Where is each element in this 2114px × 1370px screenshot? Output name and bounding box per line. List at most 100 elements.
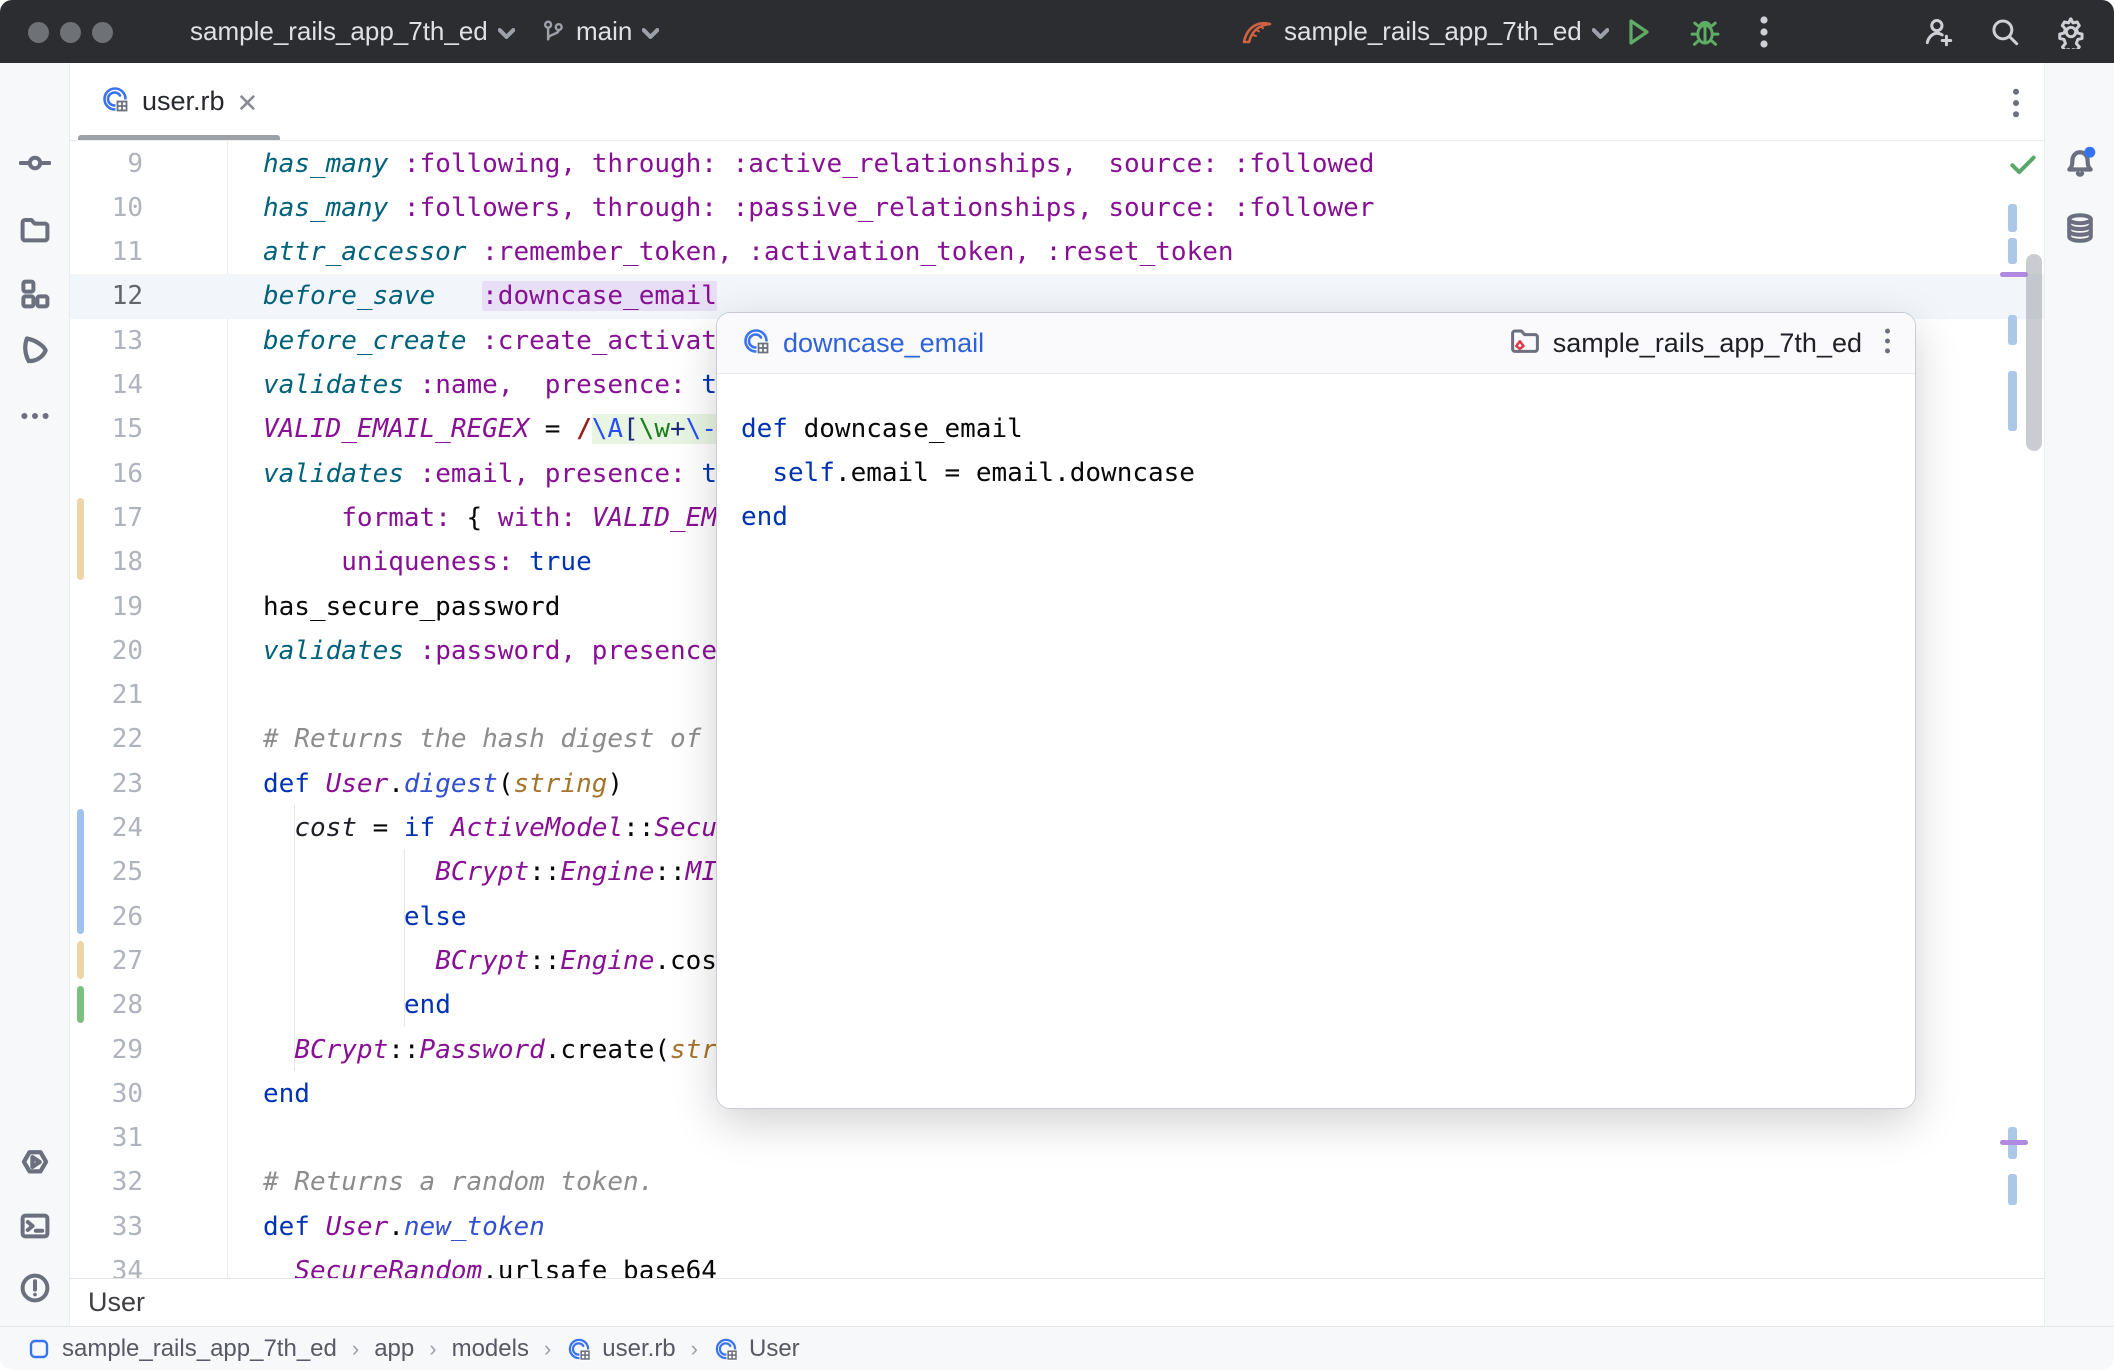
- more-tool-windows-button[interactable]: [18, 399, 52, 433]
- breadcrumb-item-models[interactable]: models: [452, 1335, 529, 1363]
- line-number: 9: [70, 149, 143, 179]
- line-number: 22: [70, 724, 143, 754]
- code-line-33[interactable]: 33def User.new_token: [70, 1204, 2044, 1249]
- project-widget[interactable]: sample_rails_app_7th_ed: [190, 0, 515, 63]
- stripe-mark-blue[interactable]: [2008, 204, 2017, 232]
- left-toolbar: [0, 63, 70, 1326]
- settings-button[interactable]: [2054, 0, 2088, 63]
- stripe-mark-blue[interactable]: [2008, 315, 2017, 345]
- editor-scrollbar-thumb[interactable]: [2026, 254, 2042, 451]
- stripe-mark-blue[interactable]: [2008, 1174, 2017, 1205]
- code-token: through:: [592, 193, 717, 223]
- close-tab-icon[interactable]: ✕: [237, 90, 259, 116]
- active-tab-underline: [78, 135, 280, 140]
- code-token: ActiveModel: [451, 813, 623, 843]
- gutter-change-marker[interactable]: [77, 498, 84, 580]
- close-window-button[interactable]: [28, 22, 49, 43]
- ruby-class-icon: [741, 326, 771, 361]
- commit-tool-button[interactable]: [18, 146, 52, 180]
- code-token: :name,: [420, 370, 514, 400]
- code-token: [404, 636, 420, 666]
- debug-button[interactable]: [1688, 0, 1722, 63]
- stripe-mark-purple[interactable]: [2000, 1140, 2028, 1145]
- breadcrumb-label: models: [452, 1335, 529, 1363]
- code-line-11[interactable]: 11attr_accessor :remember_token, :activa…: [70, 230, 2044, 275]
- code-token: :passive_relationships,: [733, 193, 1093, 223]
- code-token: [513, 370, 544, 400]
- code-with-me-button[interactable]: [1922, 0, 1956, 63]
- project-title: sample_rails_app_7th_ed: [190, 16, 488, 47]
- notifications-bell-button[interactable]: [2063, 145, 2097, 179]
- project-tool-button[interactable]: [18, 213, 52, 247]
- run-configuration-widget[interactable]: sample_rails_app_7th_ed: [1240, 0, 1609, 63]
- code-token: uniqueness:: [341, 547, 513, 577]
- line-number: 31: [70, 1123, 143, 1153]
- zoom-window-button[interactable]: [92, 22, 113, 43]
- code-token: if: [404, 813, 435, 843]
- code-token: # Returns a random token.: [263, 1167, 654, 1197]
- code-token: ::: [654, 857, 685, 887]
- code-token: [717, 149, 733, 179]
- stripe-mark-purple[interactable]: [2000, 272, 2028, 277]
- code-token: new_token: [404, 1212, 545, 1242]
- code-token: [263, 503, 341, 533]
- gutter-change-marker[interactable]: [77, 809, 84, 935]
- code-token: .create(: [545, 1035, 670, 1065]
- breadcrumb-item-user.rb[interactable]: user.rb: [566, 1335, 675, 1363]
- services-tool-button[interactable]: [18, 1145, 52, 1179]
- pull-requests-tool-button[interactable]: [18, 333, 52, 367]
- code-token: with:: [498, 503, 576, 533]
- code-token: [388, 149, 404, 179]
- stripe-mark-blue[interactable]: [2008, 238, 2017, 264]
- popup-code[interactable]: def downcase_email self.email = email.do…: [717, 375, 1915, 1108]
- popup-code-line: def downcase_email: [741, 407, 1891, 451]
- minimize-window-button[interactable]: [60, 22, 81, 43]
- stripe-mark-blue[interactable]: [2008, 371, 2017, 431]
- vcs-branch-widget[interactable]: main: [540, 0, 659, 63]
- code-line-9[interactable]: 9has_many :following, through: :active_r…: [70, 141, 2044, 186]
- code-line-31[interactable]: 31: [70, 1116, 2044, 1161]
- code-token: format:: [341, 503, 451, 533]
- tab-user-rb[interactable]: user.rb ✕: [78, 63, 280, 140]
- code-token: true: [529, 547, 592, 577]
- popup-more-options-button[interactable]: [1884, 327, 1891, 360]
- chevron-down-icon: [642, 28, 659, 39]
- code-token: Password: [420, 1035, 545, 1065]
- line-number: 29: [70, 1035, 143, 1065]
- code-line-10[interactable]: 10has_many :followers, through: :passive…: [70, 185, 2044, 230]
- code-token: [388, 193, 404, 223]
- gutter-change-marker[interactable]: [77, 941, 84, 978]
- line-number: 20: [70, 636, 143, 666]
- code-line-34[interactable]: 34 SecureRandom.urlsafe_base64: [70, 1249, 2044, 1279]
- code-token: [263, 990, 404, 1020]
- run-button[interactable]: [1622, 0, 1654, 63]
- popup-symbol-link[interactable]: downcase_email: [783, 328, 984, 359]
- project-folder-icon: [1509, 325, 1541, 362]
- code-token: (: [498, 769, 514, 799]
- editor-tab-bar: user.rb ✕: [70, 63, 2044, 141]
- code-token: [263, 1035, 294, 1065]
- ruby-icon: [566, 1336, 592, 1362]
- inspections-ok-check-icon[interactable]: [2006, 147, 2040, 185]
- sticky-context-row[interactable]: User: [70, 1278, 2044, 1326]
- code-token: validates: [263, 370, 404, 400]
- code-token: [310, 1212, 326, 1242]
- breadcrumb-item-User[interactable]: User: [713, 1335, 800, 1363]
- search-everywhere-button[interactable]: [1988, 0, 2022, 63]
- gutter-change-marker[interactable]: [77, 986, 84, 1023]
- problems-tool-button[interactable]: [18, 1271, 52, 1305]
- code-token: end: [404, 990, 451, 1020]
- branch-name: main: [576, 16, 632, 47]
- code-line-32[interactable]: 32# Returns a random token.: [70, 1160, 2044, 1205]
- code-token: cost: [294, 813, 357, 843]
- tab-options-button[interactable]: [2012, 87, 2020, 124]
- breadcrumb-item-sample_rails_app_7th_ed[interactable]: sample_rails_app_7th_ed: [26, 1335, 337, 1363]
- terminal-tool-button[interactable]: [18, 1209, 52, 1243]
- more-actions-button[interactable]: [1760, 0, 1768, 63]
- line-number: 23: [70, 769, 143, 799]
- breadcrumb-separator: ›: [352, 1336, 359, 1362]
- structure-tool-button[interactable]: [18, 277, 52, 311]
- database-tool-button[interactable]: [2063, 211, 2097, 245]
- breadcrumb-item-app[interactable]: app: [374, 1335, 414, 1363]
- popup-code-line: self.email = email.downcase: [741, 451, 1891, 495]
